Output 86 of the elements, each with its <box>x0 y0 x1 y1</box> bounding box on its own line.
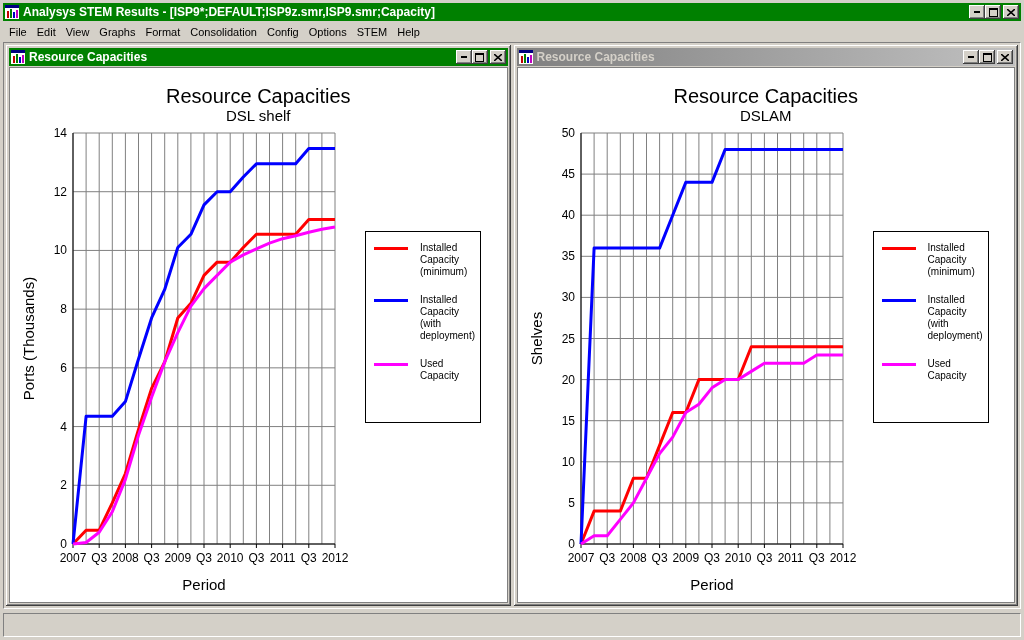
y-tick-label: 45 <box>561 167 575 182</box>
menu-item[interactable]: Config <box>261 23 304 40</box>
chart-subtitle: DSLAM <box>738 107 793 124</box>
chart-title: Resource Capacities <box>672 85 859 107</box>
chart-title: Resource Capacities <box>165 85 352 107</box>
close-icon <box>1001 53 1009 61</box>
x-tick-label: Q3 <box>808 551 825 565</box>
minimize-button[interactable] <box>963 50 979 64</box>
y-tick-label: 30 <box>561 290 575 305</box>
x-axis-title: Period <box>689 576 734 593</box>
y-tick-label: 14 <box>53 126 67 140</box>
x-tick-label: 2012 <box>829 551 856 565</box>
menu-item[interactable]: Format <box>140 23 186 40</box>
y-tick-label: 0 <box>60 537 67 551</box>
legend-label: Installed Capacity (minimum) <box>420 242 469 278</box>
menu-item[interactable]: Options <box>303 23 352 40</box>
menu-item[interactable]: STEM <box>351 23 393 40</box>
menu-item[interactable]: Consolidation <box>185 23 262 40</box>
x-tick-label: Q3 <box>755 551 772 565</box>
y-tick-label: 35 <box>561 249 575 264</box>
y-tick-label: 12 <box>53 184 67 199</box>
y-tick-label: 6 <box>60 360 67 375</box>
y-tick-label: 4 <box>60 419 67 434</box>
close-icon <box>1007 8 1015 16</box>
x-tick-label: 2010 <box>216 551 244 565</box>
bar-chart-icon <box>518 50 533 64</box>
menu-item[interactable]: View <box>60 23 95 40</box>
y-tick-label: 20 <box>561 372 575 387</box>
y-tick-label: 2 <box>60 478 67 493</box>
legend-label: Used Capacity <box>420 358 460 382</box>
maximize-icon <box>988 7 998 17</box>
chart-subtitle: DSL shelf <box>225 107 292 124</box>
close-button[interactable] <box>489 50 506 64</box>
y-tick-label: 40 <box>561 208 575 223</box>
menu-item[interactable]: Graphs <box>94 23 141 40</box>
y-tick-label: 0 <box>567 537 575 551</box>
y-tick-label: 8 <box>60 302 67 317</box>
x-tick-label: Q3 <box>248 551 265 565</box>
y-tick-label: 25 <box>561 331 575 346</box>
close-button[interactable] <box>997 50 1013 64</box>
legend-label: Used Capacity <box>927 358 968 382</box>
minimize-icon <box>968 56 974 58</box>
x-tick-label: Q3 <box>196 551 212 565</box>
x-tick-label: 2007 <box>59 551 87 565</box>
minimize-icon <box>460 56 467 58</box>
window-title: Analysys STEM Results - [ISP9*;DEFAULT;ISP9z.smr,ISP9.smr;Capacity] <box>23 5 436 19</box>
x-axis-title: Period <box>182 576 226 593</box>
y-tick-label: 10 <box>561 454 575 469</box>
x-tick-label: Q3 <box>703 551 720 565</box>
minimize-button[interactable] <box>969 5 985 19</box>
x-tick-label: Q3 <box>143 551 160 565</box>
y-tick-label: 5 <box>567 495 575 510</box>
document-title: Resource Capacities <box>536 50 656 64</box>
maximize-icon <box>982 52 992 62</box>
y-axis-title: Shelves <box>527 311 545 366</box>
x-tick-label: 2008 <box>619 551 647 565</box>
x-tick-label: 2010 <box>724 551 752 565</box>
close-button[interactable] <box>1003 5 1019 19</box>
legend-label: Installed Capacity (with deployment) <box>927 294 984 342</box>
y-tick-label: 15 <box>561 413 575 428</box>
minimize-button[interactable] <box>455 50 472 64</box>
legend-label: Installed Capacity (minimum) <box>927 242 976 278</box>
x-tick-label: 2007 <box>567 551 594 565</box>
legend-label: Installed Capacity (with deployment) <box>420 294 477 342</box>
y-axis-title: Ports (Thousands) <box>20 276 37 401</box>
minimize-icon <box>974 11 980 13</box>
x-tick-label: Q3 <box>598 551 615 565</box>
x-tick-label: Q3 <box>651 551 668 565</box>
menu-item[interactable]: File <box>4 23 32 40</box>
x-tick-label: 2009 <box>164 551 192 565</box>
close-icon <box>493 53 502 61</box>
maximize-button[interactable] <box>985 5 1001 19</box>
document-title: Resource Capacities <box>29 50 149 64</box>
maximize-icon <box>475 52 484 62</box>
maximize-button[interactable] <box>979 50 995 64</box>
y-tick-label: 10 <box>53 243 67 258</box>
menu-item[interactable]: Edit <box>31 23 61 40</box>
x-tick-label: Q3 <box>91 551 108 565</box>
menu-item[interactable]: Help <box>392 23 425 40</box>
x-tick-label: 2011 <box>777 551 803 565</box>
x-tick-label: Q3 <box>300 551 317 565</box>
x-tick-label: 2012 <box>321 551 349 565</box>
x-tick-label: 2008 <box>112 551 139 565</box>
x-tick-label: 2011 <box>269 551 296 565</box>
x-tick-label: 2009 <box>671 551 699 565</box>
y-tick-label: 50 <box>561 126 575 140</box>
